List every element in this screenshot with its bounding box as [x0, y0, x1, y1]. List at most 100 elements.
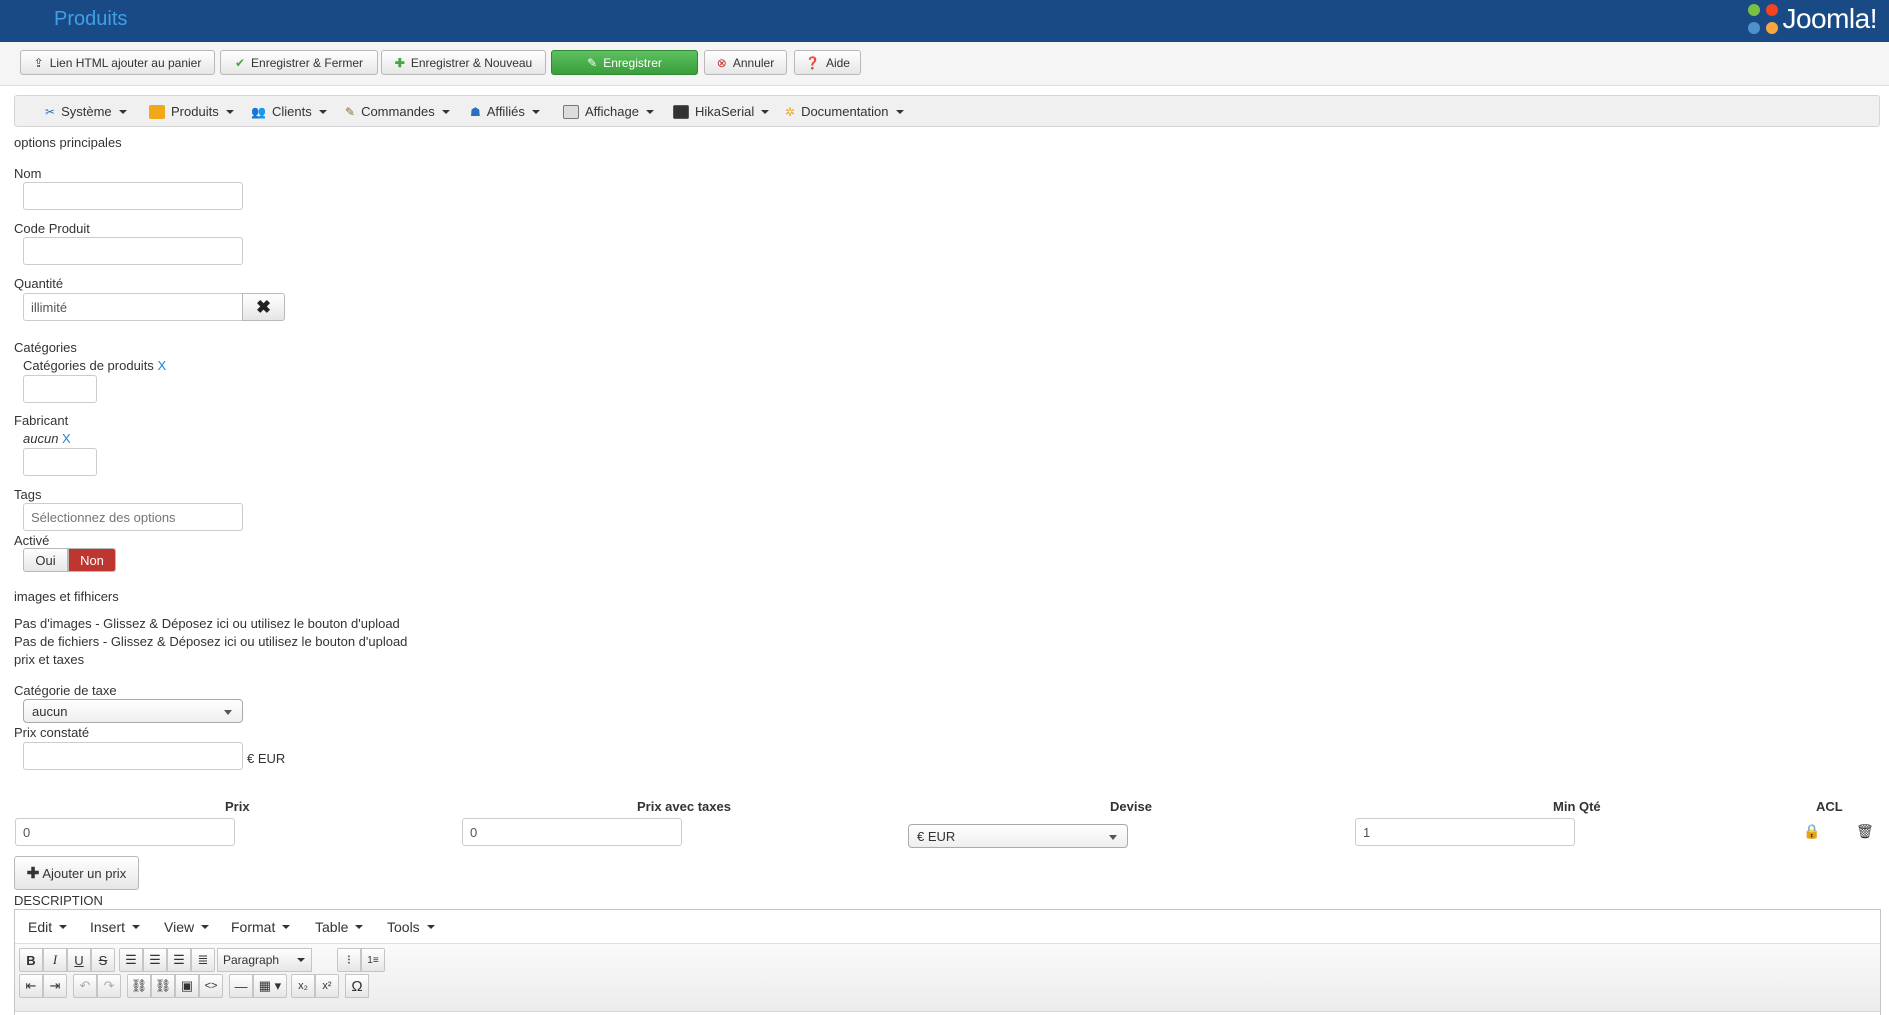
- close-icon: ✖: [255, 296, 272, 317]
- active-toggle: Oui Non: [23, 548, 116, 572]
- min-qty-input[interactable]: [1355, 818, 1575, 846]
- add-price-button[interactable]: ✚ Ajouter un prix: [14, 856, 139, 890]
- subscript-icon[interactable]: x₂: [291, 974, 315, 998]
- image-icon[interactable]: ▣: [175, 974, 199, 998]
- italic-icon[interactable]: I: [43, 948, 67, 972]
- superscript-icon[interactable]: x²: [315, 974, 339, 998]
- numbered-list-icon[interactable]: 1≡: [361, 948, 385, 972]
- fabricant-tag-label: aucun: [23, 431, 59, 446]
- quantite-input[interactable]: [23, 293, 243, 321]
- editor-menu-table[interactable]: Table: [315, 919, 364, 935]
- plus-icon: ✚: [394, 55, 405, 70]
- table-icon[interactable]: ▦ ▾: [253, 974, 287, 998]
- horizontal-rule-icon[interactable]: —: [229, 974, 253, 998]
- chevron-down-icon: [282, 925, 291, 929]
- menu-commandes[interactable]: ✎ Commandes: [345, 104, 450, 119]
- fabricant-search-input[interactable]: [23, 448, 97, 476]
- box-icon: [149, 104, 165, 119]
- chevron-down-icon: [895, 109, 904, 114]
- editor-menu-edit[interactable]: Edit: [28, 919, 68, 935]
- html-cart-link-button[interactable]: ⇪ Lien HTML ajouter au panier: [20, 50, 215, 75]
- menu-produits[interactable]: Produits: [149, 104, 234, 119]
- tax-category-value: aucun: [32, 703, 68, 719]
- joomla-logo-text: Joomla!: [1782, 3, 1877, 34]
- redo-icon[interactable]: ↷: [97, 974, 121, 998]
- remove-category-button[interactable]: X: [157, 358, 166, 373]
- save-new-button[interactable]: ✚ Enregistrer & Nouveau: [381, 50, 546, 75]
- cart-icon: ✎: [345, 104, 356, 119]
- menu-systeme[interactable]: ✂ Système: [45, 104, 127, 119]
- remove-fabricant-button[interactable]: X: [62, 431, 71, 446]
- save-close-button[interactable]: ✔ Enregistrer & Fermer: [220, 50, 378, 75]
- outdent-icon[interactable]: ⇤: [19, 974, 43, 998]
- editor-menu-edit-label: Edit: [28, 919, 53, 935]
- fabricant-tag: aucun X: [23, 431, 71, 446]
- code-produit-input[interactable]: [23, 237, 243, 265]
- cancel-label: Annuler: [732, 55, 775, 70]
- section-prices-title: prix et taxes: [14, 652, 85, 667]
- currency-select[interactable]: € EUR: [908, 824, 1128, 848]
- section-images-title: images et fifhicers: [14, 589, 119, 604]
- menu-affichage[interactable]: Affichage: [563, 104, 654, 119]
- align-left-icon[interactable]: ☰: [119, 948, 143, 972]
- block-format-select[interactable]: Paragraph: [217, 948, 312, 972]
- edit-icon: ✎: [587, 55, 598, 70]
- editor-menu-insert[interactable]: Insert: [90, 919, 141, 935]
- menu-affilies[interactable]: ☗ Affiliés: [470, 104, 540, 119]
- chevron-down-icon: [441, 109, 450, 114]
- menu-systeme-label: Système: [61, 104, 112, 119]
- undo-icon[interactable]: ↶: [73, 974, 97, 998]
- active-no-button[interactable]: Non: [68, 548, 116, 572]
- underline-icon[interactable]: U: [67, 948, 91, 972]
- unlink-icon[interactable]: ⛓: [151, 974, 175, 998]
- joomla-logo: Joomla!: [1748, 2, 1877, 36]
- editor-menu-tools[interactable]: Tools: [387, 919, 435, 935]
- delete-icon[interactable]: 🗑: [1856, 823, 1874, 840]
- help-button[interactable]: ❓ Aide: [794, 50, 861, 75]
- editor-menu-format[interactable]: Format: [231, 919, 291, 935]
- quantity-clear-button[interactable]: ✖: [242, 293, 285, 321]
- menu-documentation[interactable]: ✲ Documentation: [785, 104, 904, 119]
- msrp-input[interactable]: [23, 742, 243, 770]
- category-search-input[interactable]: [23, 375, 97, 403]
- menu-hikaserial[interactable]: HikaSerial: [673, 104, 770, 119]
- code-icon[interactable]: <>: [199, 974, 223, 998]
- no-files-text: Pas de fichiers - Glissez & Déposez ici …: [14, 634, 408, 649]
- chevron-down-icon: [645, 109, 654, 114]
- editor-menu-view[interactable]: View: [164, 919, 210, 935]
- link-icon[interactable]: ⛓: [127, 974, 151, 998]
- indent-icon[interactable]: ⇥: [43, 974, 67, 998]
- categories-label: Catégories: [14, 340, 77, 355]
- tags-input[interactable]: [23, 503, 243, 531]
- bullet-list-icon[interactable]: ⁝: [337, 948, 361, 972]
- align-right-icon[interactable]: ☰: [167, 948, 191, 972]
- price-tax-input[interactable]: [462, 818, 682, 846]
- menu-clients[interactable]: 👥 Clients: [251, 104, 327, 119]
- menu-hikaserial-label: HikaSerial: [695, 104, 755, 119]
- chevron-down-icon: [355, 925, 364, 929]
- bold-icon[interactable]: B: [19, 948, 43, 972]
- lock-icon[interactable]: 🔒: [1803, 823, 1820, 840]
- category-tag: Catégories de produits X: [23, 358, 166, 373]
- menu-documentation-label: Documentation: [801, 104, 889, 119]
- active-yes-button[interactable]: Oui: [23, 548, 68, 572]
- tax-category-select[interactable]: aucun: [23, 699, 243, 723]
- save-button[interactable]: ✎ Enregistrer: [551, 50, 698, 75]
- cancel-icon: ⊗: [716, 55, 727, 70]
- strikethrough-icon[interactable]: S: [91, 948, 115, 972]
- special-char-icon[interactable]: Ω: [345, 974, 369, 998]
- align-center-icon[interactable]: ☰: [143, 948, 167, 972]
- html-cart-link-label: Lien HTML ajouter au panier: [49, 55, 202, 70]
- cancel-button[interactable]: ⊗ Annuler: [704, 50, 787, 75]
- tags-label: Tags: [14, 487, 42, 502]
- nom-input[interactable]: [23, 182, 243, 210]
- align-justify-icon[interactable]: ≣: [191, 948, 215, 972]
- price-column-header: Prix: [225, 799, 250, 814]
- menu-clients-label: Clients: [271, 104, 312, 119]
- display-icon: [563, 104, 579, 119]
- save-label: Enregistrer: [603, 55, 662, 70]
- currency-column-header: Devise: [1110, 799, 1152, 814]
- editor-menu-format-label: Format: [231, 919, 276, 935]
- price-input[interactable]: [15, 818, 235, 846]
- menu-affilies-label: Affiliés: [486, 104, 525, 119]
